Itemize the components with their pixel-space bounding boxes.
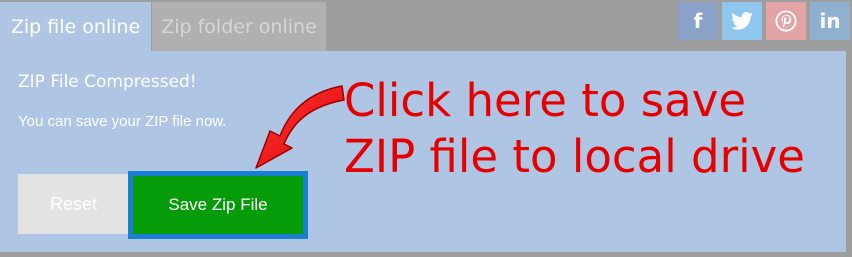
reset-button[interactable]: Reset: [18, 174, 129, 234]
save-zip-file-button[interactable]: Save Zip File: [133, 176, 303, 234]
twitter-icon[interactable]: [722, 2, 762, 40]
status-message: You can save your ZIP file now.: [18, 113, 227, 130]
facebook-icon[interactable]: f: [678, 2, 718, 40]
status-title: ZIP File Compressed!: [18, 72, 197, 92]
tab-zip-file-online[interactable]: Zip file online: [0, 2, 151, 51]
callout-arrow-icon: [255, 85, 345, 169]
callout-line-2: ZIP file to local drive: [344, 130, 805, 183]
callout-line-1: Click here to save: [344, 74, 747, 127]
social-share-bar: f in: [678, 2, 850, 40]
linkedin-icon[interactable]: in: [810, 2, 850, 40]
callout-annotation: Click here to save ZIP file to local dri…: [344, 73, 805, 185]
tab-zip-folder-online[interactable]: Zip folder online: [152, 2, 326, 51]
pinterest-icon[interactable]: [766, 2, 806, 40]
